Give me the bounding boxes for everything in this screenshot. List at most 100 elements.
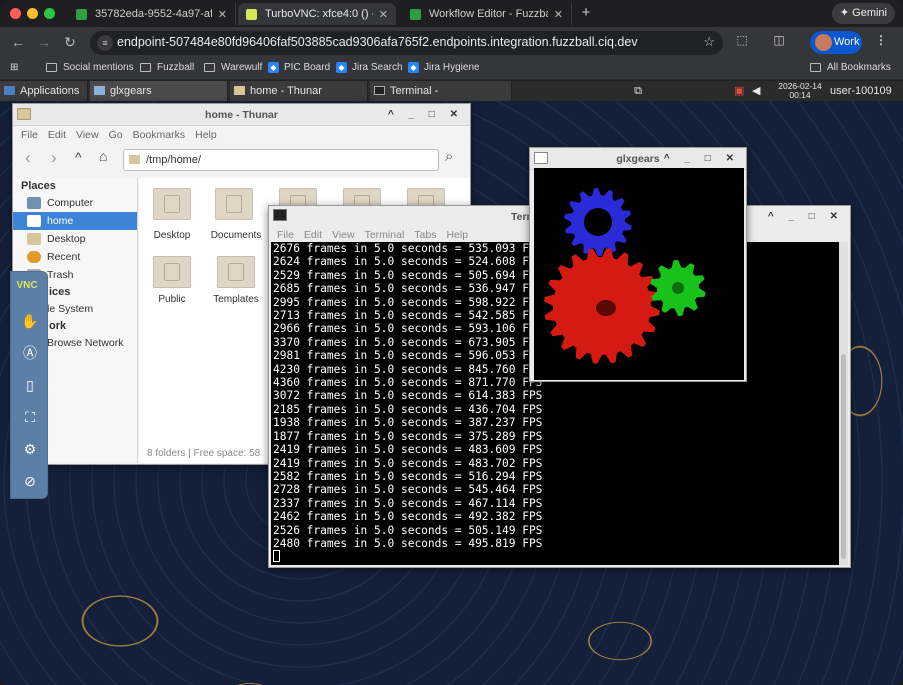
bookmark-jira-hygiene[interactable]: ◆ Jira Hygiene (408, 62, 480, 73)
folder-item-documents[interactable]: Documents (205, 188, 267, 241)
bookmark-label: Jira Hygiene (424, 62, 480, 73)
close-icon[interactable]: ✕ (218, 8, 227, 21)
extensions-icon[interactable]: ⬚ (733, 33, 751, 47)
volume-icon[interactable]: ◀ (752, 81, 766, 101)
star-icon[interactable]: ☆ (703, 34, 715, 50)
red-gear (544, 248, 660, 364)
terminal-scrollbar[interactable] (839, 242, 848, 565)
maximize-window-button[interactable] (44, 8, 55, 19)
taskbar-terminal[interactable]: Terminal - (370, 81, 512, 101)
search-icon[interactable]: ⌕ (445, 148, 453, 165)
menu-terminal[interactable]: Terminal (365, 229, 405, 241)
sidebar-item-label: Browse Network (47, 337, 124, 349)
scrollbar-thumb[interactable] (841, 354, 846, 559)
menu-edit[interactable]: Edit (48, 129, 66, 141)
clock[interactable]: 2026-02-14 00:14 (776, 81, 824, 101)
menu-icon[interactable]: ⋮ (872, 33, 890, 47)
folder-icon (46, 63, 57, 72)
folder-item-templates[interactable]: Templates (205, 256, 267, 305)
task-label: glxgears (110, 85, 152, 97)
gear-icon[interactable]: ⚙ (17, 436, 43, 462)
sidebar-item-home[interactable]: home (13, 212, 137, 230)
xfce-logo-icon (4, 86, 15, 95)
network-icon[interactable]: ▣ (734, 81, 748, 101)
close-window-button[interactable] (10, 8, 21, 19)
sidebar-item-label: Desktop (47, 233, 86, 245)
up-icon[interactable]: ^ (75, 149, 82, 165)
share-folder-icon (153, 256, 191, 288)
gears-canvas (534, 168, 744, 380)
back-icon[interactable]: ← (8, 32, 28, 52)
computer-icon (27, 197, 41, 209)
forward-icon[interactable]: → (34, 32, 54, 52)
site-settings-icon[interactable]: ≡ (97, 35, 113, 51)
forward-icon[interactable]: › (51, 148, 57, 168)
browser-toolbar: ← → ↻ ≡ endpoint-507484e80fd96406faf5038… (0, 27, 903, 58)
menu-help[interactable]: Help (195, 129, 217, 141)
taskbar-glxgears[interactable]: glxgears (90, 81, 228, 101)
disconnect-icon[interactable]: ⊘ (17, 468, 43, 494)
folder-item-desktop[interactable]: Desktop (141, 188, 203, 241)
tab-workflow-editor[interactable]: Workflow Editor - Fuzzball ✕ (402, 3, 572, 25)
sidebar-item-computer[interactable]: Computer (13, 194, 137, 212)
drag-icon[interactable]: ✋ (17, 308, 43, 334)
menu-tabs[interactable]: Tabs (414, 229, 436, 241)
applications-label: Applications (20, 85, 80, 97)
sidebar-item-desktop[interactable]: Desktop (13, 230, 137, 248)
path-bar[interactable]: /tmp/home/ (123, 149, 439, 171)
home-icon (27, 215, 41, 227)
tab-workflow-run[interactable]: 35782eda-9552-4a97-af01- ✕ (68, 3, 236, 25)
clipboard-icon[interactable]: ▯ (17, 372, 43, 398)
folder-label: Documents (210, 230, 262, 241)
menu-file[interactable]: File (277, 229, 294, 241)
keyboard-icon[interactable]: Ⓐ (17, 340, 43, 366)
back-icon[interactable]: ‹ (25, 148, 31, 168)
menu-view[interactable]: View (332, 229, 355, 241)
tab-turbovnc[interactable]: TurboVNC: xfce4:0 () - noVNC ✕ (238, 3, 396, 25)
reload-icon[interactable]: ↻ (60, 32, 80, 52)
glxgears-titlebar[interactable]: glxgears ^ _ □ ✕ (530, 148, 746, 170)
minimize-window-button[interactable] (27, 8, 38, 19)
devices-header: ices (49, 286, 71, 298)
user-menu[interactable]: user-100109 (830, 81, 900, 101)
close-icon[interactable]: ✕ (379, 8, 388, 21)
close-icon[interactable]: ✕ (554, 8, 563, 21)
sparkle-icon: ✦ (839, 7, 853, 19)
window-buttons[interactable]: ^ _ □ ✕ (664, 148, 740, 170)
folder-icon (217, 256, 255, 288)
workspace-switcher-icon[interactable]: ⧉ (626, 81, 650, 101)
vnc-viewport[interactable]: Applications glxgears home - Thunar Term… (0, 81, 903, 685)
menu-edit[interactable]: Edit (304, 229, 322, 241)
sidepanel-icon[interactable]: ◫ (770, 33, 788, 47)
menu-bookmarks[interactable]: Bookmarks (133, 129, 186, 141)
window-buttons[interactable]: ^ _ □ ✕ (768, 206, 844, 228)
fullscreen-icon[interactable]: ⛶ (17, 404, 43, 430)
menu-go[interactable]: Go (109, 129, 123, 141)
bookmark-warewulf[interactable]: Warewulf (204, 62, 262, 73)
new-tab-button[interactable]: + (575, 3, 597, 25)
window-icon (94, 86, 105, 95)
taskbar-thunar[interactable]: home - Thunar (230, 81, 368, 101)
applications-menu[interactable]: Applications (0, 81, 88, 101)
bookmark-fuzzball[interactable]: Fuzzball (140, 62, 194, 73)
bookmark-social-mentions[interactable]: Social mentions (46, 62, 134, 73)
menu-file[interactable]: File (21, 129, 38, 141)
menu-view[interactable]: View (76, 129, 99, 141)
network-header: ork (49, 320, 67, 332)
home-icon[interactable]: ⌂ (99, 148, 107, 164)
profile-button[interactable]: Work (810, 31, 862, 54)
bookmark-jira-search[interactable]: ◆ Jira Search (336, 62, 403, 73)
tab-title: Workflow Editor - Fuzzball (429, 8, 548, 20)
gemini-button[interactable]: ✦ Gemini (831, 3, 895, 24)
thunar-titlebar[interactable]: home - Thunar ^ _ □ ✕ (13, 104, 470, 126)
terminal-line: 2419 frames in 5.0 seconds = 483.702 FPS (273, 456, 543, 470)
window-buttons[interactable]: ^ _ □ ✕ (388, 104, 464, 126)
sidebar-item-recent[interactable]: Recent (13, 248, 137, 266)
bookmark-label: All Bookmarks (827, 62, 891, 73)
bookmark-pic-board[interactable]: ◆ PIC Board (268, 62, 330, 73)
address-bar[interactable]: ≡ endpoint-507484e80fd96406faf503885cad9… (90, 31, 723, 55)
folder-item-public[interactable]: Public (141, 256, 203, 305)
menu-help[interactable]: Help (446, 229, 468, 241)
all-bookmarks[interactable]: All Bookmarks (810, 62, 891, 73)
apps-icon[interactable]: ⊞ (10, 62, 18, 73)
